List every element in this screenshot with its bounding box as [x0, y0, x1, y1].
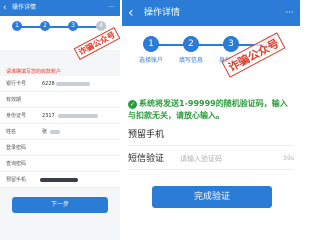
right-header: ‹ 操作详情 ··· — [122, 0, 300, 26]
sms-notice: ✓ 系统将发送1-99999的随机验证码，输入与扣款无关，请放心输入。 — [128, 98, 292, 122]
form-row-name[interactable]: 姓名 张 — [0, 124, 120, 140]
form-row-expiry[interactable]: 有效期 — [0, 92, 120, 108]
step-circle: 2 — [40, 21, 50, 31]
redacted-value — [58, 114, 98, 118]
redacted-value — [50, 130, 60, 134]
sms-code-input[interactable]: 请输入验证码 — [180, 148, 222, 170]
field-label: 银行卡号 — [6, 81, 27, 87]
next-button[interactable]: 下一步 — [12, 197, 108, 213]
field-label: 查询密码 — [6, 161, 27, 167]
field-label: 姓名 — [6, 129, 17, 135]
step-circle: 4 — [96, 21, 106, 31]
right-header-title: 操作详情 — [144, 8, 181, 18]
sms-notice-text: 系统将发送1-99999的随机验证码，输入与扣款无关，请放心输入。 — [128, 99, 288, 120]
right-phone-screen: ‹ 操作详情 ··· 1 选择账户 2 填写信息 3 身份验证 4 诈骗公众号 … — [122, 0, 300, 240]
left-step-line — [16, 26, 106, 28]
more-icon[interactable]: ··· — [108, 0, 114, 16]
form-row-card-number[interactable]: 银行卡号 6228 — [0, 76, 120, 92]
step-circle: 1 — [12, 21, 22, 31]
form-notice: 请准确填写您的收款账户 — [6, 69, 62, 75]
left-step-2: 2 — [38, 21, 52, 31]
left-step-1: 1 — [10, 21, 24, 31]
field-label: 身份证号 — [6, 113, 27, 119]
step-circle: 2 — [183, 36, 199, 52]
left-step-3: 3 — [66, 21, 80, 31]
left-step-4: 4 — [94, 21, 108, 31]
right-step-1: 1 选择账户 — [136, 36, 166, 64]
left-header: ‹ 操作详情 ··· — [0, 0, 120, 16]
phone-row[interactable]: 预留手机 — [128, 124, 294, 146]
check-circle-icon: ✓ — [128, 100, 137, 109]
field-label: 预留手机 — [6, 177, 27, 183]
field-value: 张 — [42, 129, 48, 135]
step-circle: 3 — [223, 36, 239, 52]
field-value: 6228 — [42, 81, 55, 87]
sms-code-row[interactable]: 短信验证 请输入验证码 59s — [128, 148, 294, 170]
left-header-title: 操作详情 — [12, 4, 37, 11]
sms-countdown[interactable]: 59s — [283, 148, 294, 170]
right-step-2: 2 填写信息 — [176, 36, 206, 64]
more-icon[interactable]: ··· — [285, 0, 294, 26]
form-row-id-number[interactable]: 身份证号 2317 — [0, 108, 120, 124]
field-label: 有效期 — [6, 97, 22, 103]
redacted-value — [56, 82, 90, 86]
redacted-value — [40, 178, 78, 182]
form-row-phone[interactable]: 预留手机 — [0, 172, 120, 188]
step-label: 选择账户 — [138, 57, 163, 64]
account-form: 银行卡号 6228 有效期 身份证号 2317 姓名 张 登录密码 查询密码 预… — [0, 76, 120, 188]
step-label: 填写信息 — [178, 57, 203, 64]
field-value: 2317 — [42, 113, 55, 119]
sms-code-label: 短信验证 — [128, 154, 165, 164]
complete-verification-button[interactable]: 完成验证 — [152, 186, 272, 208]
back-arrow-icon[interactable]: ‹ — [128, 0, 134, 26]
form-row-query-password[interactable]: 查询密码 — [0, 156, 120, 172]
phone-label: 预留手机 — [128, 130, 165, 140]
form-row-login-password[interactable]: 登录密码 — [0, 140, 120, 156]
back-arrow-icon[interactable]: ‹ — [3, 0, 7, 16]
left-phone-screen: ‹ 操作详情 ··· 1 2 3 4 诈骗公众号 请准确填写您的收款账户 银行卡… — [0, 0, 120, 240]
field-label: 登录密码 — [6, 145, 27, 151]
step-circle: 3 — [68, 21, 78, 31]
step-circle: 1 — [143, 36, 159, 52]
